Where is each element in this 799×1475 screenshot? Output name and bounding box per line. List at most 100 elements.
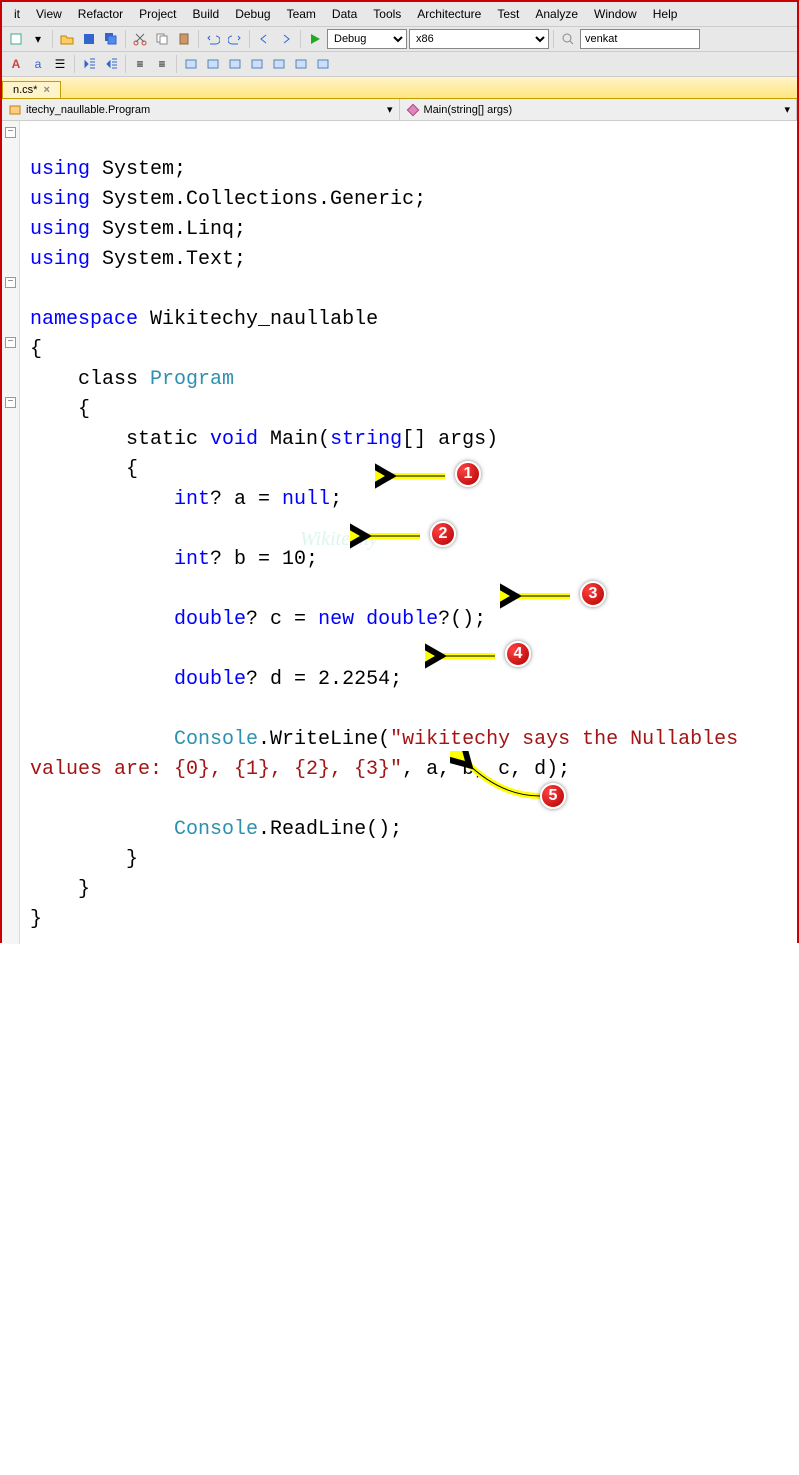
code-editor[interactable]: − − − − using System; using System.Colle… — [2, 121, 797, 944]
code-text: { — [30, 458, 138, 481]
new-project-icon[interactable] — [6, 29, 26, 49]
code-text: ? d = 2.2254; — [246, 668, 402, 691]
find-icon[interactable] — [558, 29, 578, 49]
callout-badge-5: 5 — [540, 783, 566, 809]
menu-help[interactable]: Help — [645, 4, 686, 24]
code-text: , a, b, c, d); — [402, 758, 570, 781]
cut-icon[interactable] — [130, 29, 150, 49]
fold-icon[interactable]: − — [5, 337, 16, 348]
code-text: [] args) — [402, 428, 498, 451]
kw-double: double — [30, 668, 246, 691]
start-icon[interactable] — [305, 29, 325, 49]
nav-class[interactable]: itechy_naullable.Program ▾ — [2, 99, 400, 120]
menu-team[interactable]: Team — [279, 4, 324, 24]
string-literal: "wikitechy says the Nullables — [390, 728, 750, 751]
kw-double: double — [30, 608, 246, 631]
indent-icon[interactable] — [101, 54, 121, 74]
redo-icon[interactable] — [225, 29, 245, 49]
toolbar-main: ▾ Debug x86 — [2, 27, 797, 52]
search-input[interactable] — [580, 29, 700, 49]
code-text: } — [30, 908, 42, 931]
code-text: ; — [330, 488, 342, 511]
arrow-icon — [350, 521, 430, 551]
code-text: System.Collections.Generic; — [90, 188, 426, 211]
save-icon[interactable] — [79, 29, 99, 49]
menu-project[interactable]: Project — [131, 4, 184, 24]
kw-int: int — [30, 548, 210, 571]
menu-edit[interactable]: it — [6, 4, 28, 24]
nav-method-label: Main(string[] args) — [424, 104, 513, 116]
kw-void: void — [210, 428, 258, 451]
kw-double: double — [366, 608, 438, 631]
window-icon-3[interactable] — [225, 54, 245, 74]
type-name: Program — [150, 368, 234, 391]
paste-icon[interactable] — [174, 29, 194, 49]
kw-using: using — [30, 248, 90, 271]
gutter: − − − − — [2, 121, 20, 944]
window-icon-4[interactable] — [247, 54, 267, 74]
kw-new: new — [318, 608, 366, 631]
config-select[interactable]: Debug — [327, 29, 407, 49]
menu-test[interactable]: Test — [489, 4, 527, 24]
menu-debug[interactable]: Debug — [227, 4, 278, 24]
code-text: ?(); — [438, 608, 486, 631]
code-text: System; — [90, 158, 186, 181]
code-text: ? a = — [210, 488, 282, 511]
kw-using: using — [30, 218, 90, 241]
menu-architecture[interactable]: Architecture — [409, 4, 489, 24]
code-text: class — [30, 368, 150, 391]
fold-icon[interactable]: − — [5, 397, 16, 408]
code-area[interactable]: using System; using System.Collections.G… — [20, 121, 797, 944]
dropdown-icon[interactable]: ▾ — [28, 29, 48, 49]
window-icon-6[interactable] — [291, 54, 311, 74]
arrow-icon — [425, 641, 505, 671]
window-icon-5[interactable] — [269, 54, 289, 74]
type-name: Console — [30, 818, 258, 841]
code-text: static — [30, 428, 210, 451]
save-all-icon[interactable] — [101, 29, 121, 49]
menubar: it View Refactor Project Build Debug Tea… — [2, 2, 797, 27]
platform-select[interactable]: x86 — [409, 29, 549, 49]
nav-fwd-icon[interactable] — [276, 29, 296, 49]
font-icon[interactable]: A — [6, 54, 26, 74]
menu-view[interactable]: View — [28, 4, 70, 24]
code-text: ? b = 10; — [210, 548, 318, 571]
comment-icon[interactable]: ≡ — [130, 54, 150, 74]
undo-icon[interactable] — [203, 29, 223, 49]
menu-tools[interactable]: Tools — [365, 4, 409, 24]
nav-method[interactable]: Main(string[] args) ▾ — [400, 99, 798, 120]
method-icon — [406, 103, 420, 117]
string-literal: values are: {0}, {1}, {2}, {3}" — [30, 758, 402, 781]
fold-icon[interactable]: − — [5, 277, 16, 288]
format-icon[interactable]: a — [28, 54, 48, 74]
fold-icon[interactable]: − — [5, 127, 16, 138]
copy-icon[interactable] — [152, 29, 172, 49]
window-icon-1[interactable] — [181, 54, 201, 74]
dedent-icon[interactable] — [79, 54, 99, 74]
kw-string: string — [330, 428, 402, 451]
code-text: System.Text; — [90, 248, 246, 271]
menu-window[interactable]: Window — [586, 4, 645, 24]
tool-icon[interactable]: ☰ — [50, 54, 70, 74]
menu-data[interactable]: Data — [324, 4, 365, 24]
kw-using: using — [30, 158, 90, 181]
menu-analyze[interactable]: Analyze — [527, 4, 586, 24]
code-text: { — [30, 338, 42, 361]
uncomment-icon[interactable]: ≡ — [152, 54, 172, 74]
code-text: { — [30, 398, 90, 421]
nav-bar: itechy_naullable.Program ▾ Main(string[]… — [2, 99, 797, 121]
close-icon[interactable]: × — [43, 84, 49, 96]
code-text: .WriteLine( — [258, 728, 390, 751]
callout-badge-4: 4 — [505, 641, 531, 667]
menu-refactor[interactable]: Refactor — [70, 4, 131, 24]
open-icon[interactable] — [57, 29, 77, 49]
window-icon-2[interactable] — [203, 54, 223, 74]
window-icon-7[interactable] — [313, 54, 333, 74]
file-tab[interactable]: n.cs* × — [2, 81, 61, 98]
nav-back-icon[interactable] — [254, 29, 274, 49]
code-text: Main( — [258, 428, 330, 451]
arrow-icon — [500, 581, 580, 611]
tab-bar: n.cs* × — [2, 77, 797, 99]
class-icon — [8, 103, 22, 117]
menu-build[interactable]: Build — [185, 4, 228, 24]
